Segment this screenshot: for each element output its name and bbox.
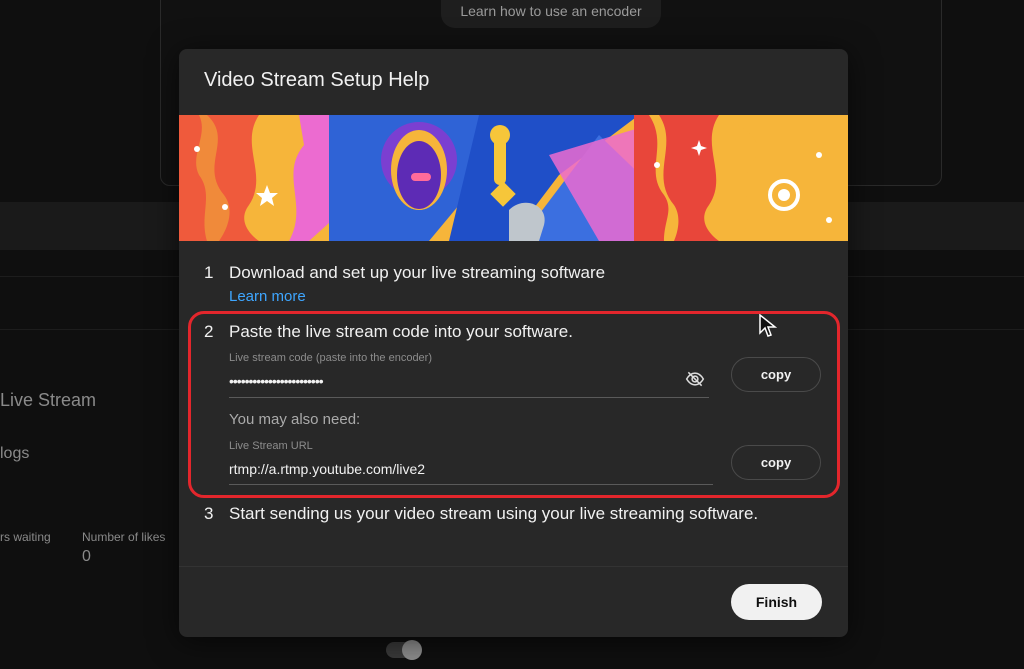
step-1-text: Download and set up your live streaming … [229, 263, 606, 282]
illustration-banner [179, 115, 848, 241]
mouse-cursor-icon [759, 314, 777, 337]
learn-more-link[interactable]: Learn more [229, 288, 306, 305]
step-3-number: 3 [204, 504, 214, 523]
dialog-title: Video Stream Setup Help [204, 69, 430, 91]
footer-divider [179, 566, 848, 567]
finish-button[interactable]: Finish [731, 584, 822, 620]
encoder-help-link[interactable]: Learn how to use an encoder [441, 0, 661, 28]
highlight-box [188, 311, 840, 498]
live-stream-label: Live Stream [0, 390, 97, 410]
toggle-knob [402, 640, 422, 660]
step-3-text: Start sending us your video stream using… [229, 504, 759, 523]
viewers-waiting-label: rs waiting [0, 530, 51, 544]
likes-value: 0 [82, 548, 91, 565]
logs-label: logs [0, 445, 30, 462]
likes-label: Number of likes [82, 530, 166, 544]
step-1-number: 1 [204, 263, 214, 282]
background-toggle[interactable] [386, 640, 422, 660]
